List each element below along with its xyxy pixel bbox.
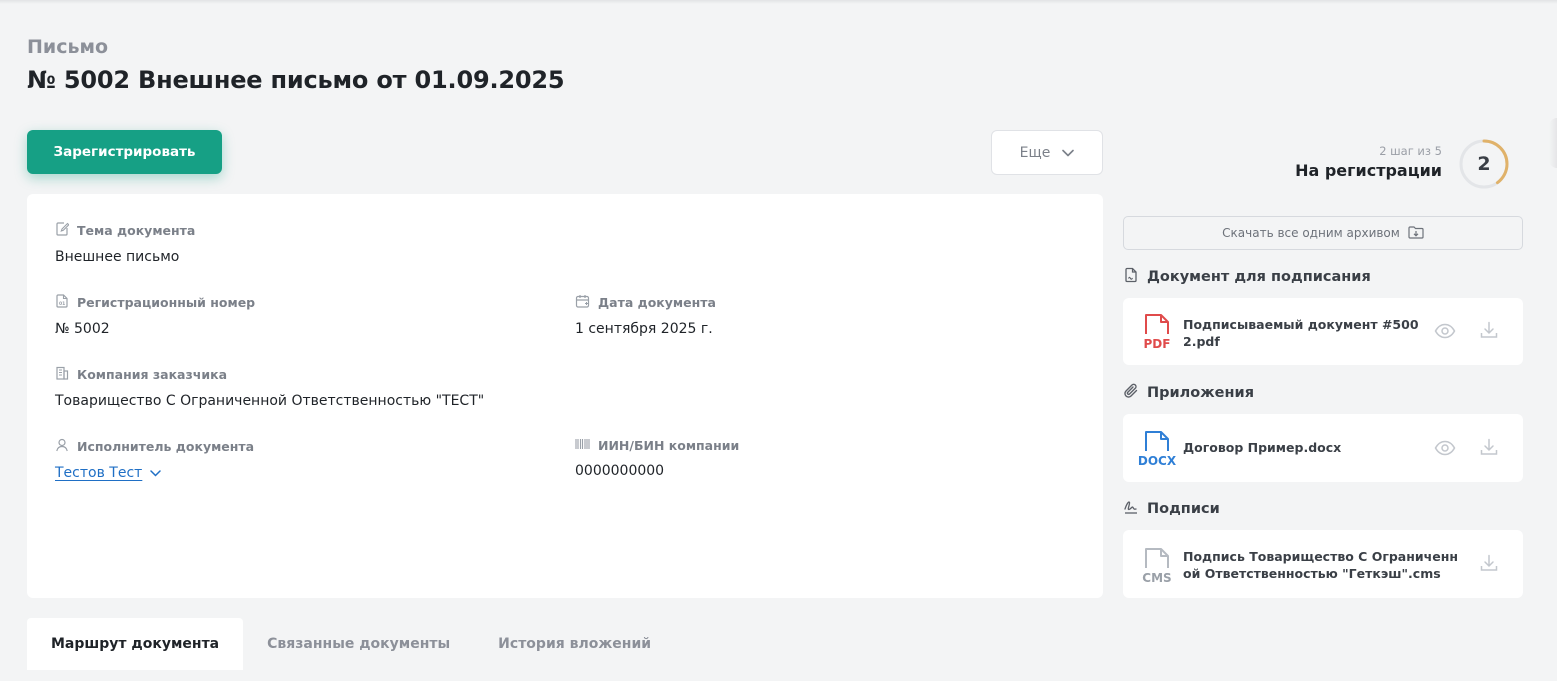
building-icon (55, 366, 69, 383)
eye-icon[interactable] (1434, 323, 1456, 343)
executor-label: Исполнитель документа (77, 439, 255, 454)
folder-download-icon (1408, 225, 1424, 242)
bottom-tabs: Маршрут документа Связанные документы Ис… (27, 618, 675, 670)
company-label: Компания заказчика (77, 367, 228, 382)
workflow-status: 2 шаг из 5 На регистрации 2 (1260, 138, 1510, 190)
file-name[interactable]: Договор Пример.docx (1183, 439, 1421, 456)
tab-document-route[interactable]: Маршрут документа (27, 618, 244, 670)
tab-related-documents[interactable]: Связанные документы (243, 618, 474, 670)
download-icon[interactable] (1480, 321, 1498, 343)
cms-file-icon: CMS (1137, 547, 1177, 585)
step-number: 2 (1477, 153, 1491, 175)
archive-label: Скачать все одним архивом (1222, 226, 1400, 240)
docx-file-icon: DOCX (1137, 430, 1177, 468)
register-button[interactable]: Зарегистрировать (27, 130, 222, 174)
doc-date-field: Дата документа 1 сентября 2025 г. (575, 294, 716, 337)
attachments-section-title: Приложения (1147, 385, 1255, 401)
company-value: Товарищество С Ограниченной Ответственно… (55, 393, 485, 409)
document-details-card: Тема документа Внешнее письмо 01 Регистр… (27, 194, 1103, 598)
file-item[interactable]: CMS Подпись Товарищество С Ограниченной … (1123, 530, 1523, 598)
numbered-document-icon: 01 (55, 294, 69, 311)
reg-number-value: № 5002 (55, 321, 110, 337)
signatures-section-title: Подписи (1147, 501, 1220, 517)
attachments-section-header: Приложения (1123, 383, 1254, 403)
paperclip-icon (1123, 383, 1139, 403)
status-name: На регистрации (1295, 161, 1442, 180)
iin-bin-label: ИИН/БИН компании (598, 438, 740, 453)
iin-bin-field: ИИН/БИН компании 0000000000 (575, 438, 739, 479)
company-field: Компания заказчика Товарищество С Ограни… (55, 366, 484, 409)
download-icon[interactable] (1480, 438, 1498, 460)
doc-date-label: Дата документа (598, 295, 716, 310)
file-item[interactable]: PDF Подписываемый документ #5002.pdf (1123, 298, 1523, 365)
subject-label: Тема документа (77, 223, 196, 238)
barcode-icon (575, 438, 590, 453)
file-item[interactable]: DOCX Договор Пример.docx (1123, 414, 1523, 482)
subject-field: Тема документа Внешнее письмо (55, 222, 195, 265)
user-icon (55, 438, 69, 455)
sign-section-title: Документ для подписания (1147, 269, 1371, 285)
eye-icon[interactable] (1434, 440, 1456, 460)
file-name[interactable]: Подпись Товарищество С Ограниченной Отве… (1183, 548, 1465, 582)
chevron-down-icon (1062, 145, 1075, 161)
step-counter: 2 шаг из 5 (1379, 144, 1442, 158)
calendar-icon (575, 294, 590, 311)
pdf-file-icon: PDF (1137, 313, 1177, 351)
executor-link[interactable]: Тестов Тест (55, 465, 142, 481)
side-panel-edge (1549, 118, 1557, 168)
svg-text:01: 01 (59, 301, 65, 307)
signature-icon (1123, 499, 1139, 519)
subject-value: Внешнее письмо (55, 249, 180, 265)
executor-field: Исполнитель документа Тестов Тест (55, 438, 254, 481)
more-dropdown-button[interactable]: Еще (991, 130, 1103, 175)
more-label: Еще (1019, 144, 1051, 161)
document-signature-icon (1123, 267, 1139, 287)
iin-bin-value: 0000000000 (575, 463, 665, 479)
reg-number-label: Регистрационный номер (77, 295, 256, 310)
file-name[interactable]: Подписываемый документ #5002.pdf (1183, 316, 1421, 350)
reg-number-field: 01 Регистрационный номер № 5002 (55, 294, 255, 337)
page-title: № 5002 Внешнее письмо от 01.09.2025 (27, 66, 565, 94)
download-icon[interactable] (1480, 554, 1498, 576)
doc-date-value: 1 сентября 2025 г. (575, 321, 713, 337)
chevron-down-icon[interactable] (150, 465, 162, 481)
edit-document-icon (55, 222, 70, 239)
tab-attachment-history[interactable]: История вложений (474, 618, 675, 670)
signatures-section-header: Подписи (1123, 499, 1220, 519)
sign-section-header: Документ для подписания (1123, 267, 1371, 287)
download-archive-button[interactable]: Скачать все одним архивом (1123, 216, 1523, 250)
document-type-label: Письмо (27, 36, 109, 58)
top-shadow-line (0, 0, 1557, 4)
